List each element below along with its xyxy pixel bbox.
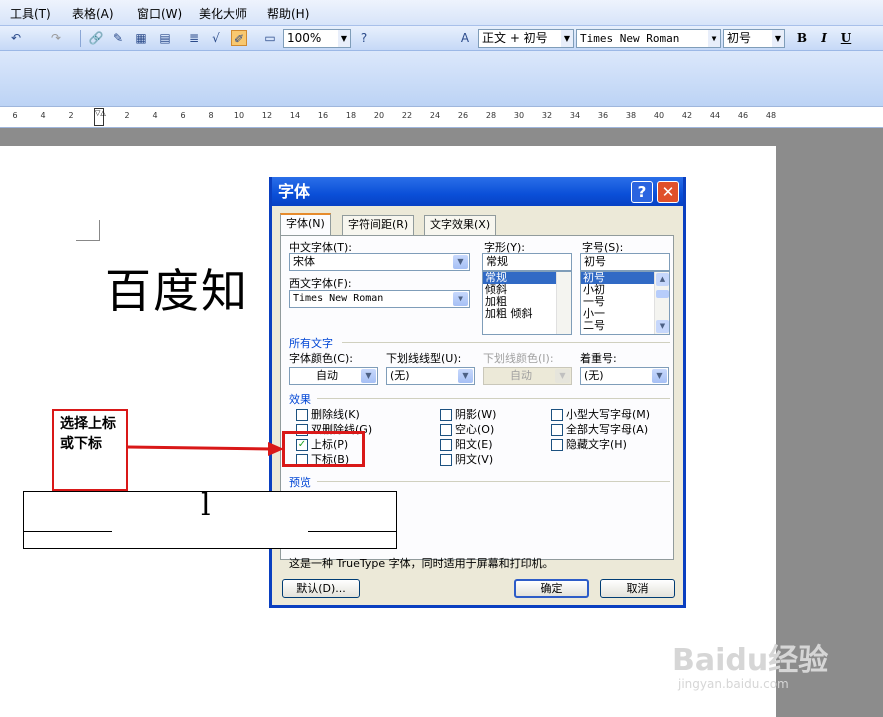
annotation-arrow: [127, 442, 284, 456]
watermark-logo: Baidu经验: [672, 643, 829, 678]
watermark-url: jingyan.baidu.com: [678, 677, 789, 691]
